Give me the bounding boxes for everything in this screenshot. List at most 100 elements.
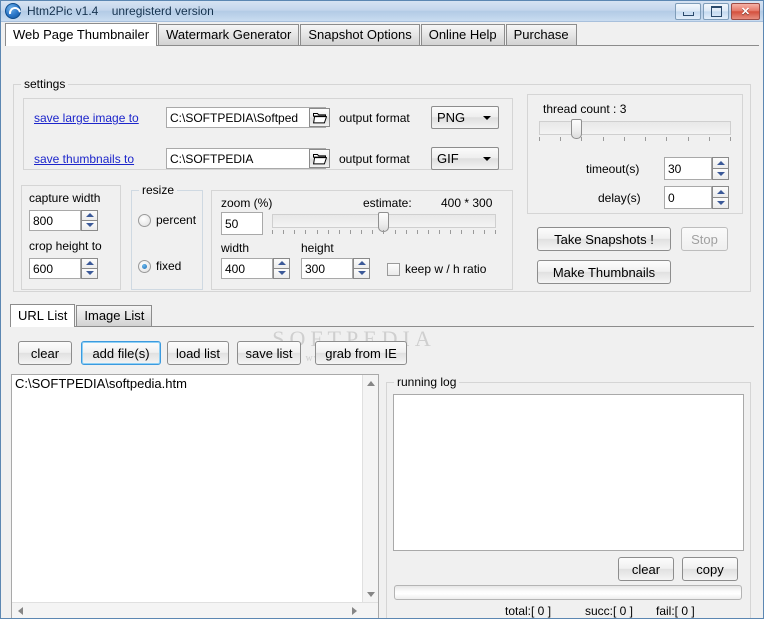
delay-input[interactable]: 0 <box>664 186 712 209</box>
add-files-button[interactable]: add file(s) <box>81 341 161 365</box>
delay-stepper[interactable] <box>712 186 729 209</box>
window-controls: ✕ <box>675 3 760 20</box>
delay-label: delay(s) <box>598 191 641 205</box>
load-list-button[interactable]: load list <box>167 341 229 365</box>
tab-web-page-thumbnailer[interactable]: Web Page Thumbnailer <box>5 23 158 46</box>
crop-height-stepper-down[interactable] <box>81 268 98 279</box>
make-thumbnails-button[interactable]: Make Thumbnails <box>537 260 671 284</box>
thread-count-label: thread count : 3 <box>543 102 627 116</box>
zoom-slider-thumb[interactable] <box>378 212 389 232</box>
zoom-width-input[interactable]: 400 <box>221 258 273 279</box>
zoom-height-stepper-down[interactable] <box>353 268 370 279</box>
delay-stepper-up[interactable] <box>712 186 729 198</box>
triangle-right-icon <box>351 606 357 615</box>
stop-button[interactable]: Stop <box>681 227 728 251</box>
large-image-format-select[interactable]: PNG <box>431 106 499 129</box>
crop-height-stepper-up[interactable] <box>81 258 98 269</box>
save-thumbnails-link[interactable]: save thumbnails to <box>34 152 134 166</box>
zoom-height-stepper[interactable] <box>353 258 370 279</box>
tab-purchase[interactable]: Purchase <box>505 24 577 45</box>
capture-width-input[interactable]: 800 <box>29 210 81 231</box>
running-log-textarea[interactable] <box>393 394 744 551</box>
scroll-down-button[interactable] <box>363 586 378 602</box>
resize-groupbox: resize <box>131 183 203 290</box>
triangle-up-icon <box>85 213 94 218</box>
clear-list-button[interactable]: clear <box>18 341 72 365</box>
thumbnails-format-label: output format <box>339 152 410 166</box>
zoom-height-input[interactable]: 300 <box>301 258 353 279</box>
capture-width-stepper[interactable] <box>81 210 98 231</box>
zoom-height-stepper-up[interactable] <box>353 258 370 269</box>
large-image-format-label: output format <box>339 111 410 125</box>
open-folder-icon <box>312 112 327 123</box>
zoom-slider-ticks <box>272 230 496 235</box>
triangle-down-icon <box>85 271 94 276</box>
progress-bar <box>394 585 742 600</box>
url-list-vertical-scrollbar[interactable] <box>362 375 378 602</box>
minimize-button[interactable] <box>675 3 701 20</box>
keep-ratio-checkbox[interactable]: keep w / h ratio <box>387 262 486 276</box>
close-icon: ✕ <box>740 6 751 18</box>
url-listbox[interactable]: C:\SOFTPEDIA\softpedia.htm <box>11 374 379 618</box>
copy-log-button[interactable]: copy <box>682 557 738 581</box>
thread-count-slider-thumb[interactable] <box>571 119 582 139</box>
capture-width-stepper-up[interactable] <box>81 210 98 221</box>
triangle-up-icon <box>357 261 366 266</box>
large-image-path-input[interactable]: C:\SOFTPEDIA\Softped <box>166 107 326 128</box>
resize-option-fixed[interactable]: fixed <box>138 259 181 273</box>
triangle-up-icon <box>277 261 286 266</box>
scroll-up-button[interactable] <box>363 375 378 391</box>
resize-option-fixed-label: fixed <box>156 259 182 273</box>
thumbnails-path-input[interactable]: C:\SOFTPEDIA <box>166 148 326 169</box>
crop-height-stepper[interactable] <box>81 258 98 279</box>
delay-stepper-down[interactable] <box>712 197 729 209</box>
application-window: Htm2Pic v1.4 unregisterd version ✕ Web P… <box>0 0 764 619</box>
tab-snapshot-options[interactable]: Snapshot Options <box>300 24 420 45</box>
timeout-stepper-up[interactable] <box>712 157 729 169</box>
thumbnails-format-select[interactable]: GIF <box>431 147 499 170</box>
triangle-left-icon <box>17 606 23 615</box>
zoom-percent-input[interactable]: 50 <box>221 212 263 235</box>
zoom-width-stepper-down[interactable] <box>273 268 290 279</box>
scroll-right-button[interactable] <box>346 603 362 618</box>
save-large-image-link[interactable]: save large image to <box>34 111 139 125</box>
take-snapshots-button[interactable]: Take Snapshots ! <box>537 227 671 251</box>
zoom-slider[interactable] <box>272 212 496 236</box>
resize-option-percent[interactable]: percent <box>138 213 196 227</box>
save-list-button[interactable]: save list <box>237 341 301 365</box>
clear-log-button[interactable]: clear <box>618 557 674 581</box>
close-button[interactable]: ✕ <box>731 3 760 20</box>
timeout-stepper[interactable] <box>712 157 729 180</box>
chevron-down-icon <box>483 115 491 120</box>
list-item[interactable]: C:\SOFTPEDIA\softpedia.htm <box>12 375 378 392</box>
minimize-icon <box>682 11 694 16</box>
thumbnails-browse-button[interactable] <box>309 149 330 168</box>
timeout-input[interactable]: 30 <box>664 157 712 180</box>
crop-height-label: crop height to <box>29 239 102 253</box>
triangle-down-icon <box>357 271 366 276</box>
grab-from-ie-button[interactable]: grab from IE <box>315 341 407 365</box>
triangle-down-icon <box>716 200 725 205</box>
tab-watermark-generator[interactable]: Watermark Generator <box>158 24 300 45</box>
timeout-stepper-down[interactable] <box>712 168 729 180</box>
triangle-down-icon <box>366 591 375 597</box>
thread-count-slider[interactable] <box>539 119 731 143</box>
tab-online-help[interactable]: Online Help <box>420 24 505 45</box>
tab-image-list[interactable]: Image List <box>76 305 153 326</box>
scroll-left-button[interactable] <box>12 603 28 618</box>
capture-width-label: capture width <box>29 191 101 205</box>
capture-width-stepper-down[interactable] <box>81 220 98 231</box>
large-image-browse-button[interactable] <box>309 108 330 127</box>
thread-count-slider-track[interactable] <box>539 121 731 135</box>
maximize-button[interactable] <box>703 3 729 20</box>
tab-url-list[interactable]: URL List <box>10 304 76 327</box>
zoom-width-stepper[interactable] <box>273 258 290 279</box>
maximize-icon <box>710 6 722 17</box>
triangle-up-icon <box>716 160 725 165</box>
open-folder-icon <box>312 153 327 164</box>
estimate-value: 400 * 300 <box>441 196 493 210</box>
crop-height-input[interactable]: 600 <box>29 258 81 279</box>
zoom-width-stepper-up[interactable] <box>273 258 290 269</box>
resize-title: resize <box>139 183 178 197</box>
url-list-horizontal-scrollbar[interactable] <box>12 602 378 618</box>
